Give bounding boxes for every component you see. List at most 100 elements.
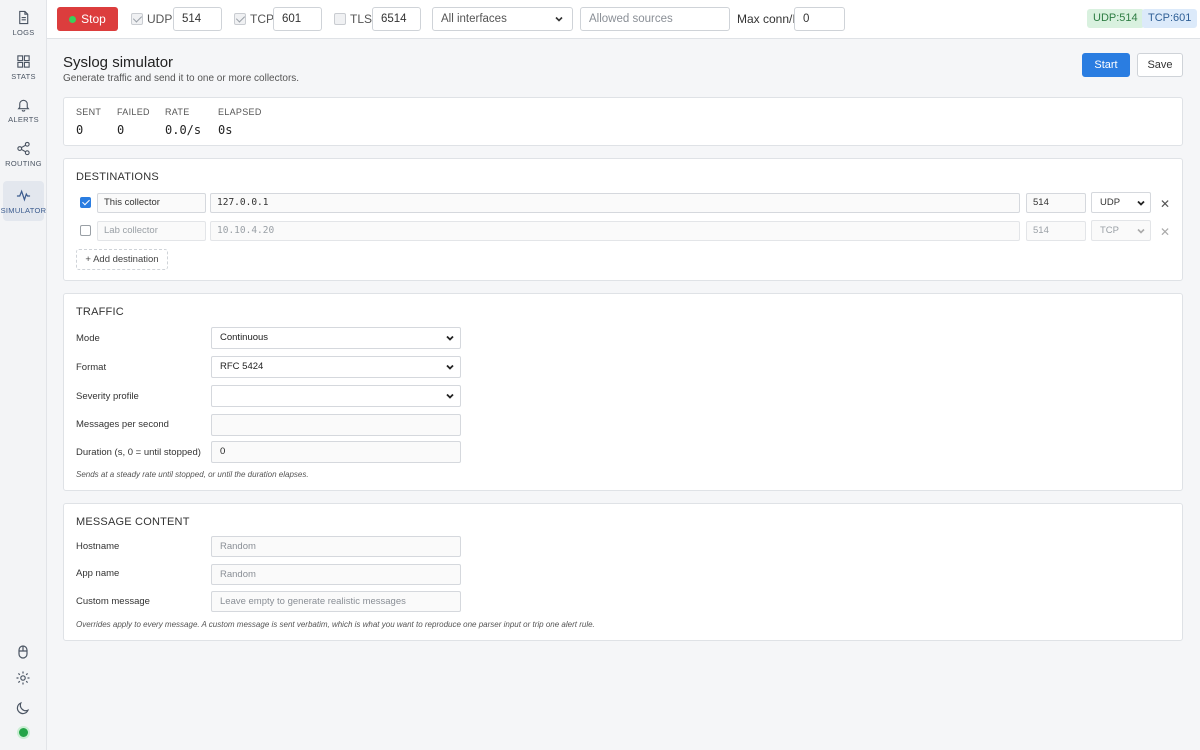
chevron-down-icon (446, 335, 454, 341)
save-button[interactable]: Save (1137, 53, 1183, 77)
page-title: Syslog simulator (63, 54, 174, 71)
sidebar-item-label: ROUTING (5, 158, 42, 168)
chevron-down-icon (446, 364, 454, 370)
add-destination-button[interactable]: + Add destination (76, 249, 168, 270)
traffic-hint: Sends at a steady rate until stopped, or… (76, 470, 309, 479)
mode-select-value: Continuous (220, 332, 269, 343)
interface-select-value: All interfaces (441, 13, 507, 25)
stat-value: 0 (117, 123, 125, 137)
stat-sent: SENT 0 (76, 107, 101, 137)
messages-per-second-input[interactable] (211, 414, 461, 436)
top-bar: Stop UDP 514 TCP 601 TLS 6514 All interf… (47, 0, 1200, 39)
section-title: TRAFFIC (76, 306, 124, 318)
mode-select[interactable]: Continuous (211, 327, 461, 349)
format-select[interactable]: RFC 5424 (211, 356, 461, 378)
destination-protocol-select[interactable]: TCP (1091, 220, 1151, 241)
sidebar-item-label: STATS (11, 71, 36, 81)
traffic-card: TRAFFIC Mode Continuous Format RFC 5424 … (63, 293, 1183, 491)
sidebar-item-routing[interactable]: ROUTING (3, 134, 44, 174)
chevron-down-icon (446, 393, 454, 399)
moon-icon[interactable] (15, 700, 31, 716)
protocol-select-value: UDP (1100, 196, 1121, 208)
stat-value: 0.0/s (165, 123, 202, 137)
stop-button[interactable]: Stop (57, 7, 118, 31)
message-content-hint: Overrides apply to every message. A cust… (76, 620, 595, 629)
custom-message-input[interactable]: Leave empty to generate realistic messag… (211, 591, 461, 612)
hostname-label: Hostname (76, 541, 120, 552)
severity-profile-select[interactable] (211, 385, 461, 407)
gear-icon[interactable] (15, 670, 31, 686)
grid-icon (17, 54, 30, 68)
section-title: MESSAGE CONTENT (76, 516, 190, 528)
allowed-sources-input[interactable]: Allowed sources (580, 7, 730, 31)
mode-label: Mode (76, 333, 100, 344)
activity-icon (16, 189, 31, 202)
destination-enabled-checkbox[interactable] (80, 225, 91, 236)
tcp-port-input[interactable]: 601 (273, 7, 322, 31)
sidebar-item-alerts[interactable]: ALERTS (3, 90, 44, 130)
sidebar: LOGS STATS ALERTS ROUTING SIMULATOR (0, 0, 47, 750)
tls-port-input[interactable]: 6514 (372, 7, 421, 31)
connection-status-dot (19, 728, 28, 737)
destination-enabled-checkbox[interactable] (80, 197, 91, 208)
stat-label: SENT (76, 107, 102, 117)
duration-input[interactable]: 0 (211, 441, 461, 463)
format-select-value: RFC 5424 (220, 361, 264, 372)
sidebar-item-logs[interactable]: LOGS (3, 3, 44, 43)
hostname-input[interactable]: Random (211, 536, 461, 557)
start-button[interactable]: Start (1082, 53, 1130, 77)
severity-profile-label: Severity profile (76, 391, 139, 402)
stat-label: RATE (165, 107, 190, 117)
messages-per-second-label: Messages per second (76, 419, 169, 430)
destination-name-input[interactable]: This collector (97, 193, 206, 213)
main-content: Syslog simulator Generate traffic and se… (47, 40, 1200, 750)
protocol-select-value: TCP (1100, 224, 1119, 236)
running-indicator-icon (69, 15, 77, 23)
tcp-checkbox[interactable] (234, 13, 246, 25)
format-label: Format (76, 362, 107, 373)
stop-button-label: Stop (81, 12, 106, 26)
destination-name-input[interactable]: Lab collector (97, 221, 206, 241)
file-text-icon (19, 10, 29, 24)
destination-port-input[interactable]: 514 (1026, 193, 1086, 213)
chevron-down-icon (1137, 228, 1145, 234)
chevron-down-icon (1137, 200, 1145, 206)
tls-label: TLS (350, 12, 373, 26)
stat-label: ELAPSED (218, 107, 262, 117)
tls-checkbox[interactable] (334, 13, 346, 25)
max-conn-input[interactable]: 0 (794, 7, 845, 31)
udp-checkbox[interactable] (131, 13, 143, 25)
stat-value: 0 (76, 123, 84, 137)
page-subtitle: Generate traffic and send it to one or m… (63, 73, 300, 84)
udp-port-input[interactable]: 514 (173, 7, 222, 31)
stat-label: FAILED (117, 107, 150, 117)
message-content-card: MESSAGE CONTENT Hostname Random App name… (63, 503, 1183, 641)
destination-host-input[interactable]: 10.10.4.20 (210, 221, 1020, 241)
app-name-input[interactable]: Random (211, 564, 461, 585)
custom-message-label: Custom message (76, 596, 150, 607)
sidebar-item-stats[interactable]: STATS (3, 47, 44, 87)
udp-label: UDP (147, 12, 173, 26)
section-title: DESTINATIONS (76, 171, 159, 183)
sidebar-item-label: ALERTS (8, 114, 39, 124)
tcp-label: TCP (250, 12, 274, 26)
interface-select[interactable]: All interfaces (432, 7, 573, 31)
udp-status-badge: UDP:514 (1087, 9, 1144, 28)
destination-port-input[interactable]: 514 (1026, 221, 1086, 241)
sidebar-item-label: SIMULATOR (0, 205, 47, 215)
bell-icon (17, 99, 30, 112)
chevron-down-icon (555, 16, 563, 22)
destination-host-input[interactable]: 127.0.0.1 (210, 193, 1020, 213)
remove-destination-icon[interactable]: ✕ (1160, 197, 1170, 211)
tcp-status-badge: TCP:601 (1142, 9, 1198, 28)
stat-value: 0s (218, 123, 233, 137)
duration-label: Duration (s, 0 = until stopped) (76, 447, 201, 458)
share-icon (17, 141, 30, 155)
app-name-label: App name (76, 568, 120, 579)
destination-protocol-select[interactable]: UDP (1091, 192, 1151, 213)
mouse-icon[interactable] (15, 644, 31, 660)
stat-elapsed: ELAPSED 0s (218, 107, 262, 137)
stat-failed: FAILED 0 (117, 107, 150, 137)
sidebar-item-simulator[interactable]: SIMULATOR (0, 181, 47, 221)
remove-destination-icon[interactable]: ✕ (1160, 225, 1170, 239)
